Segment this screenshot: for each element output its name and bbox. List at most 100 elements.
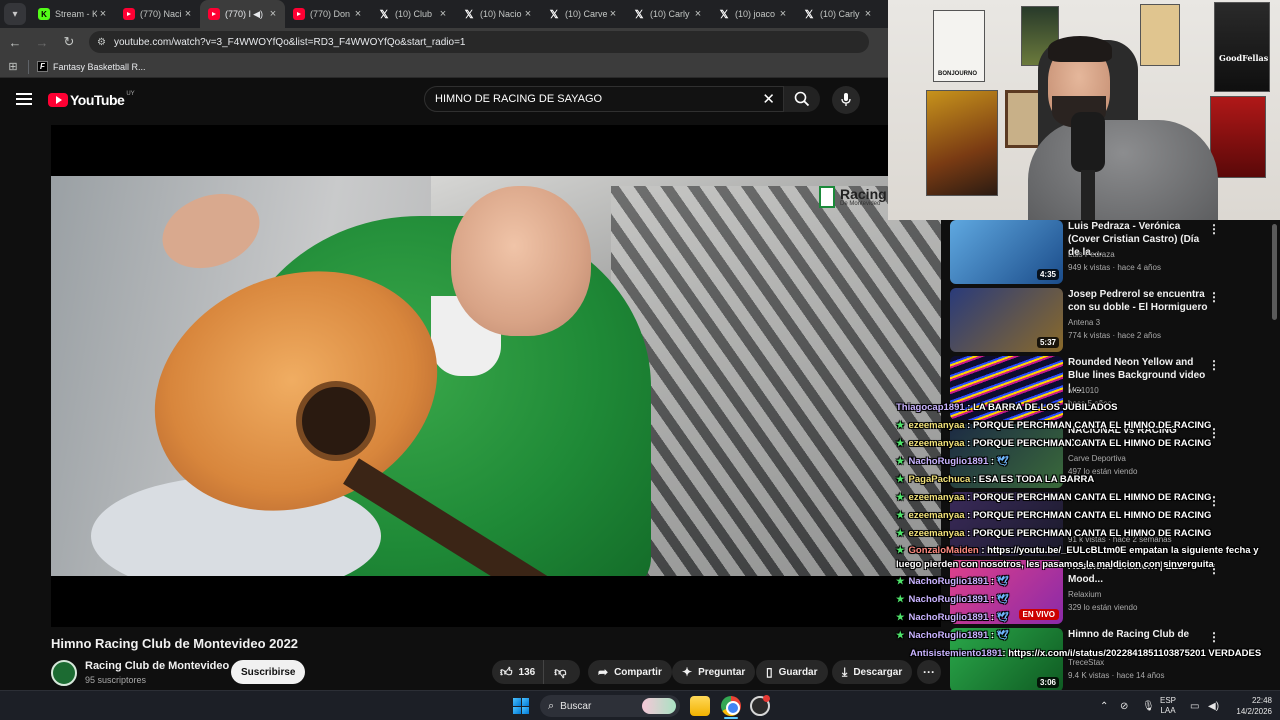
- tab-label: (770) I: [225, 9, 252, 19]
- save-button[interactable]: ▯ Guardar: [756, 660, 828, 684]
- close-icon[interactable]: ×: [182, 8, 194, 20]
- bookmark-label: Fantasy Basketball R...: [53, 61, 146, 72]
- voice-search-button[interactable]: [832, 86, 860, 114]
- bookmark-fantasy-basketball[interactable]: F Fantasy Basketball R...: [37, 61, 146, 72]
- clock-time: 22:48: [1251, 696, 1272, 705]
- close-icon[interactable]: ×: [97, 8, 109, 20]
- kick-icon: K: [38, 8, 50, 20]
- like-button[interactable]: 👍︎ 136: [492, 660, 545, 684]
- back-icon[interactable]: ←: [3, 35, 27, 50]
- volume-icon[interactable]: ◀): [1208, 691, 1219, 720]
- browser-tab[interactable]: (770) Naci ×: [115, 0, 200, 28]
- close-icon[interactable]: ×: [352, 8, 364, 20]
- dislike-button[interactable]: 👎︎: [544, 665, 576, 680]
- menu-icon[interactable]: [16, 93, 32, 105]
- like-dislike-group: 👍︎ 136 👎︎: [492, 660, 580, 684]
- subscribe-button[interactable]: Suscribirse: [231, 660, 306, 684]
- more-vertical-icon[interactable]: ⋮: [1208, 290, 1220, 304]
- close-icon[interactable]: ×: [522, 8, 534, 20]
- badge-icon: ★: [896, 630, 905, 641]
- chat-text: :: [990, 576, 995, 587]
- ask-button[interactable]: ✦ Preguntar: [672, 660, 756, 684]
- search-input[interactable]: HIMNO DE RACING DE SAYAGO ✕: [424, 86, 784, 112]
- obs-icon[interactable]: [750, 695, 770, 716]
- recommendation-title[interactable]: Josep Pedrerol se encuentra con su doble…: [1068, 288, 1208, 314]
- studio-microphone: [1071, 112, 1105, 220]
- address-bar[interactable]: ⚙ youtube.com/watch?v=3_F4WWOYfQo&list=R…: [89, 31, 869, 53]
- recommendation-channel[interactable]: MG1010: [1068, 386, 1099, 395]
- apps-grid-icon[interactable]: ⊞: [0, 60, 26, 73]
- search-button[interactable]: [784, 86, 820, 112]
- recommendation-meta: 949 k vistas · hace 4 años: [1068, 263, 1161, 272]
- browser-tab[interactable]: K Stream - K ×: [30, 0, 115, 28]
- recommendation-item[interactable]: 4:35 Luis Pedraza - Verónica (Cover Cris…: [950, 220, 1280, 284]
- video-thumbnail[interactable]: 5:37: [950, 288, 1063, 352]
- chrome-icon[interactable]: [721, 696, 741, 716]
- browser-tab[interactable]: (770) Don ×: [285, 0, 370, 28]
- poster-text: BONJOURNO: [938, 71, 978, 77]
- badge-icon: ★: [896, 576, 905, 587]
- recommendation-channel[interactable]: Luis Pedraza: [1068, 250, 1115, 259]
- youtube-header: YouTube UY HIMNO DE RACING DE SAYAGO ✕: [0, 79, 888, 121]
- browser-tab-active[interactable]: (770) I ◀) ×: [200, 0, 285, 28]
- taskbar-search-label: Buscar: [560, 700, 592, 712]
- input-language[interactable]: ESP LAA: [1160, 691, 1176, 720]
- speaker-icon[interactable]: ◀): [253, 9, 263, 20]
- chat-username: Thiagocap1891: [896, 402, 965, 413]
- chat-text: :: [990, 456, 995, 467]
- network-icon[interactable]: ⊘: [1120, 691, 1128, 720]
- browser-tab[interactable]: 𝕏 (10) Club ×: [370, 0, 455, 28]
- system-clock[interactable]: 22:48 14/2/2026: [1228, 691, 1272, 720]
- sidebar-scrollbar[interactable]: [1272, 224, 1277, 320]
- video-player[interactable]: Racing De Montevideo: [51, 125, 941, 627]
- bookmark-icon: ▯: [766, 665, 773, 679]
- tab-search-button[interactable]: ▾: [4, 3, 26, 25]
- save-label: Guardar: [778, 666, 818, 678]
- chat-username: NachoRuglio1891: [908, 612, 989, 623]
- reload-icon[interactable]: ↻: [57, 34, 81, 50]
- video-thumbnail[interactable]: 4:35: [950, 220, 1063, 284]
- taskbar-search[interactable]: ⌕ Buscar: [540, 695, 680, 717]
- browser-tab[interactable]: 𝕏 (10) Nacio ×: [455, 0, 540, 28]
- browser-tab[interactable]: 𝕏 (10) Carly ×: [795, 0, 880, 28]
- more-vertical-icon[interactable]: ⋮: [1208, 358, 1220, 372]
- more-horizontal-icon: ···: [923, 665, 935, 679]
- microphone-icon: [841, 93, 851, 106]
- microphone-tray-icon[interactable]: 🎙︎: [1142, 691, 1155, 720]
- start-button[interactable]: [513, 698, 529, 714]
- close-icon[interactable]: ×: [607, 8, 619, 20]
- fantasy-logo-icon: F: [37, 61, 48, 72]
- chat-username: ezeemanyaa: [908, 510, 965, 521]
- chat-message: ★ ezeemanyaa : PORQUE PERCHMAN CANTA EL H…: [896, 510, 1211, 521]
- recommendation-item[interactable]: 5:37 Josep Pedrerol se encuentra con su …: [950, 288, 1280, 352]
- file-explorer-icon[interactable]: [690, 696, 710, 716]
- youtube-icon: [293, 8, 305, 20]
- browser-tab[interactable]: 𝕏 (10) Carve ×: [540, 0, 625, 28]
- close-icon[interactable]: ×: [862, 8, 874, 20]
- thumbs-down-icon: 👎︎: [554, 664, 567, 679]
- x-icon: 𝕏: [804, 8, 814, 21]
- chat-message: ★ ezeemanyaa : PORQUE PERCHMAN CANTA EL H…: [896, 492, 1211, 503]
- channel-name[interactable]: Racing Club de Montevideo: [85, 660, 229, 672]
- site-info-icon[interactable]: ⚙: [97, 37, 106, 48]
- more-vertical-icon[interactable]: ⋮: [1208, 222, 1220, 236]
- close-icon[interactable]: ×: [777, 8, 789, 20]
- chat-username: ezeemanyaa: [908, 492, 965, 503]
- channel-avatar[interactable]: [51, 660, 77, 686]
- share-button[interactable]: ➦ Compartir: [588, 660, 672, 684]
- show-hidden-icons-button[interactable]: ⌃: [1100, 691, 1108, 720]
- chat-text: : https://x.com/i/status/202284185110387…: [1002, 648, 1262, 659]
- display-icon[interactable]: ▭: [1190, 691, 1199, 720]
- close-icon[interactable]: ×: [267, 8, 279, 20]
- close-icon[interactable]: ×: [692, 8, 704, 20]
- youtube-icon: [123, 8, 135, 20]
- language-code: ESP: [1160, 696, 1177, 705]
- clear-search-icon[interactable]: ✕: [762, 90, 775, 108]
- youtube-logo[interactable]: YouTube UY: [48, 91, 135, 108]
- forward-icon[interactable]: →: [30, 35, 54, 50]
- browser-tab[interactable]: 𝕏 (10) Carly ×: [625, 0, 710, 28]
- recommendation-channel[interactable]: Antena 3: [1068, 318, 1100, 327]
- background-shutters: [611, 186, 941, 576]
- browser-tab[interactable]: 𝕏 (10) joaco ×: [710, 0, 795, 28]
- close-icon[interactable]: ×: [437, 8, 449, 20]
